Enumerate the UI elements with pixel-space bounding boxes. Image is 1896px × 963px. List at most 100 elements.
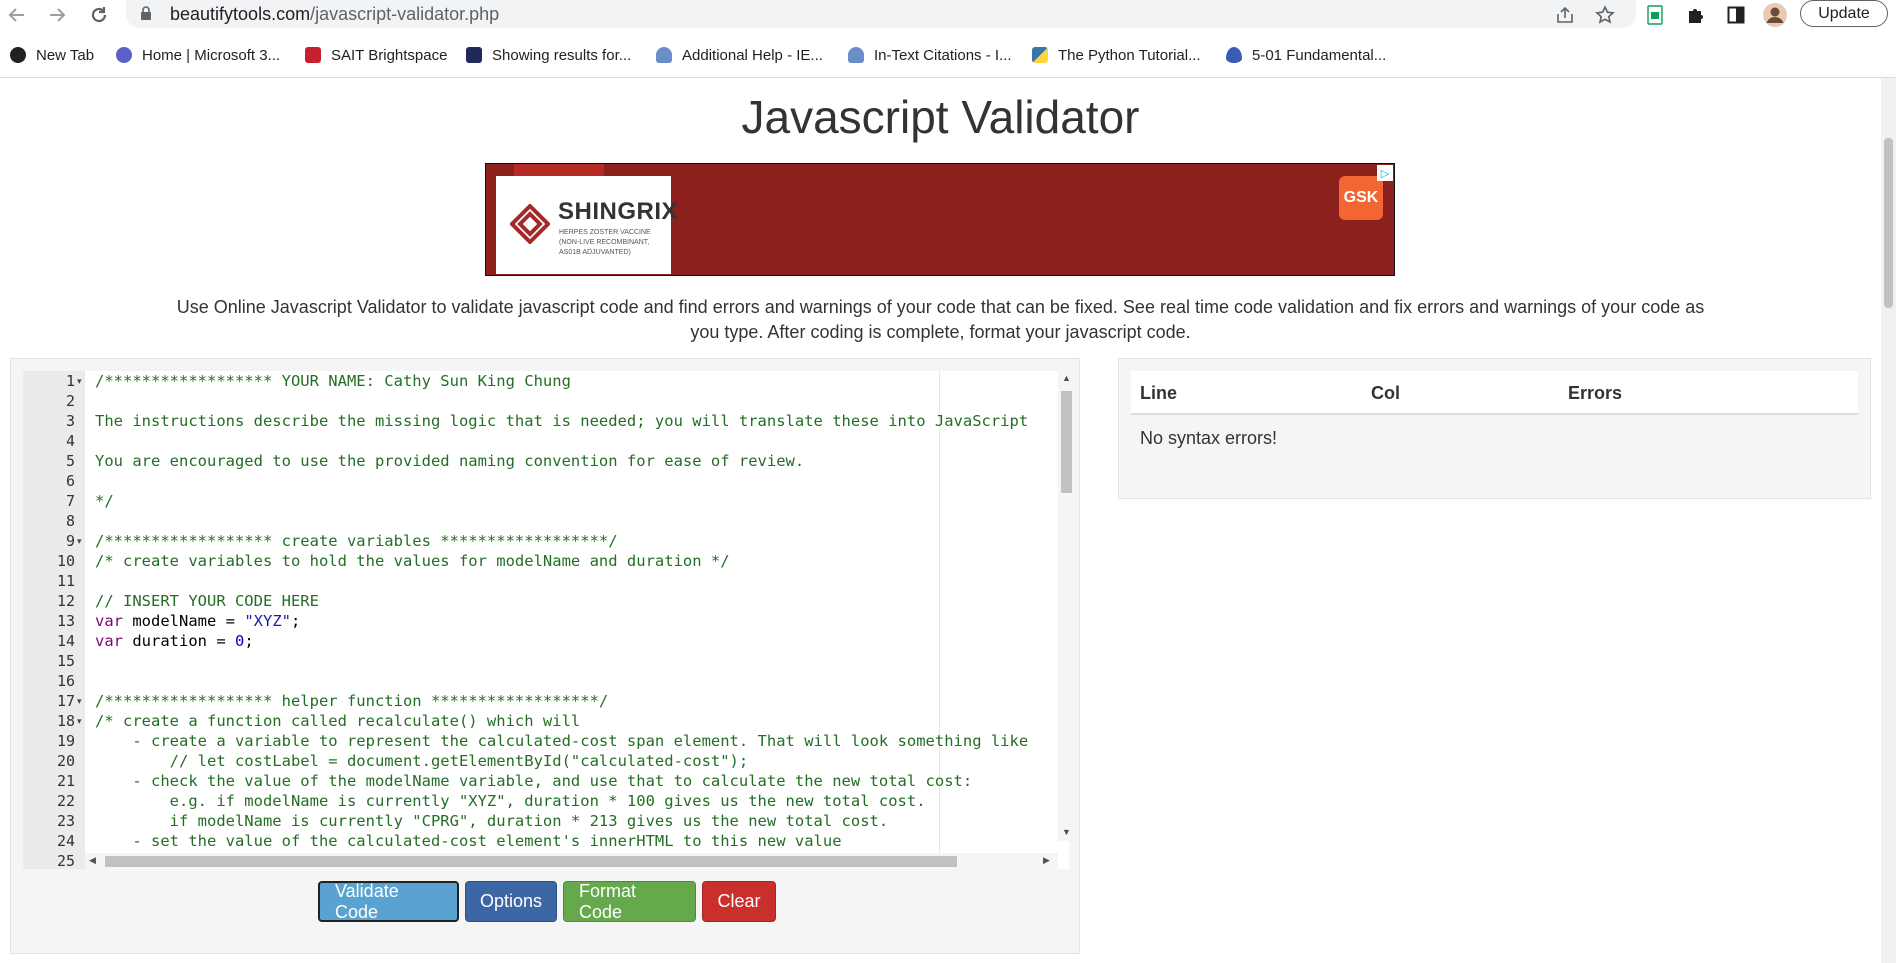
bookmarks-bar: New Tab Home | Microsoft 3... SAIT Brigh…	[0, 38, 1896, 72]
share-icon[interactable]	[1552, 2, 1578, 28]
line-number: 16	[56, 672, 75, 690]
code-token: ;	[244, 632, 254, 650]
editor-horizontal-scroll-thumb[interactable]	[105, 856, 957, 867]
fold-toggle-icon[interactable]: ▾	[77, 691, 85, 711]
chrome-divider	[0, 77, 1896, 78]
back-button[interactable]	[4, 2, 30, 28]
code-area[interactable]: /****************** YOUR NAME: Cathy Sun…	[91, 371, 1069, 869]
bookmark-item[interactable]: In-Text Citations - I...	[848, 44, 1012, 66]
bookmark-item[interactable]: Additional Help - IE...	[656, 44, 823, 66]
editor-vertical-scroll-thumb[interactable]	[1061, 391, 1072, 493]
page-vertical-scroll-thumb[interactable]	[1884, 138, 1893, 308]
bookmark-item[interactable]: Showing results for...	[466, 44, 631, 66]
fold-toggle-icon[interactable]: ▾	[77, 711, 85, 731]
lock-icon[interactable]	[140, 6, 152, 25]
editor-horizontal-scrollbar[interactable]: ◀ ▶	[85, 853, 1058, 869]
code-line[interactable]: var modelName = "XYZ";	[95, 611, 300, 631]
code-line[interactable]: /****************** create variables ***…	[95, 531, 618, 551]
ad-subtitle: HERPES ZOSTER VACCINE (NON-LIVE RECOMBIN…	[559, 229, 651, 256]
bookmark-star-icon[interactable]	[1592, 2, 1618, 28]
url-path: /javascript-validator.php	[310, 4, 500, 24]
code-line[interactable]: /* create variables to hold the values f…	[95, 551, 730, 571]
scroll-left-icon[interactable]: ◀	[89, 855, 96, 866]
ad-choices-icon[interactable]: ▷	[1377, 165, 1393, 181]
code-token: ;	[291, 612, 301, 630]
clear-button[interactable]: Clear	[702, 881, 776, 922]
editor-panel: 1 ▾ 2 3 4 5 6 7 8 9 ▾ 10 11 12 13 14 15 16 17 ▾ 18 ▾ 19 20 21 22 2…	[10, 358, 1080, 954]
code-keyword: var	[95, 612, 123, 630]
code-line[interactable]: e.g. if modelName is currently "XYZ", du…	[95, 791, 926, 811]
scroll-right-icon[interactable]: ▶	[1043, 855, 1050, 866]
page-vertical-scrollbar[interactable]	[1881, 78, 1896, 963]
line-number: 21	[56, 772, 75, 790]
options-button[interactable]: Options	[465, 881, 557, 922]
line-number: 22	[56, 792, 75, 810]
validate-code-button[interactable]: Validate Code	[318, 881, 459, 922]
bookmark-label: The Python Tutorial...	[1058, 46, 1201, 64]
scroll-down-icon[interactable]: ▼	[1062, 827, 1071, 837]
ad-brand: SHINGRIX	[558, 198, 679, 225]
code-line[interactable]: // INSERT YOUR CODE HERE	[95, 591, 319, 611]
code-line[interactable]: - set the value of the calculated-cost e…	[95, 831, 841, 851]
line-number: 20	[56, 752, 75, 770]
code-line[interactable]: The instructions describe the missing lo…	[95, 411, 1028, 431]
reload-button[interactable]	[86, 2, 112, 28]
code-line[interactable]: */	[95, 491, 114, 511]
column-header-line: Line	[1140, 383, 1178, 403]
cloud-icon	[656, 47, 672, 63]
bookmark-item[interactable]: Home | Microsoft 3...	[116, 44, 280, 66]
search-icon	[466, 47, 482, 63]
code-line[interactable]: var duration = 0;	[95, 631, 254, 651]
code-editor[interactable]: 1 ▾ 2 3 4 5 6 7 8 9 ▾ 10 11 12 13 14 15 16 17 ▾ 18 ▾ 19 20 21 22 2…	[23, 371, 1074, 870]
line-number: 15	[56, 652, 75, 670]
bookmark-label: Home | Microsoft 3...	[142, 46, 281, 64]
errors-panel: Line Col Errors No syntax errors!	[1118, 358, 1871, 499]
line-number: 10	[56, 552, 75, 570]
forward-button[interactable]	[44, 2, 70, 28]
code-line[interactable]: You are encouraged to use the provided n…	[95, 451, 804, 471]
gsk-logo: GSK	[1339, 176, 1383, 220]
extension-sheets-icon[interactable]	[1642, 2, 1668, 28]
code-string: "XYZ"	[244, 612, 291, 630]
intro-text: Use Online Javascript Validator to valid…	[176, 297, 1705, 342]
fold-toggle-icon[interactable]: ▾	[77, 371, 85, 391]
browser-menu-icon[interactable]: ⋮	[1889, 3, 1896, 23]
update-label: Update	[1818, 4, 1870, 22]
line-number: 18	[56, 712, 75, 730]
bookmark-item[interactable]: New Tab	[10, 44, 94, 66]
python-icon	[1032, 47, 1048, 63]
bookmark-item[interactable]: SAIT Brightspace	[305, 44, 447, 66]
line-number: 5	[65, 452, 75, 470]
code-line[interactable]: if modelName is currently "CPRG", durati…	[95, 811, 889, 831]
update-button[interactable]: Update	[1800, 0, 1888, 27]
code-keyword: var	[95, 632, 123, 650]
shingrix-logo-icon	[510, 204, 550, 244]
code-line[interactable]: // let costLabel = document.getElementBy…	[95, 751, 749, 771]
bookmark-item[interactable]: The Python Tutorial...	[1032, 44, 1201, 66]
bookmark-item[interactable]: 5-01 Fundamental...	[1226, 44, 1386, 66]
ad-banner[interactable]: SHINGRIX HERPES ZOSTER VACCINE (NON-LIVE…	[485, 163, 1395, 276]
address-bar[interactable]: beautifytools.com/javascript-validator.p…	[126, 0, 1636, 28]
page-title: Javascript Validator	[741, 91, 1140, 143]
line-number: 14	[56, 632, 75, 650]
code-line[interactable]: /* create a function called recalculate(…	[95, 711, 580, 731]
side-panel-icon[interactable]	[1723, 2, 1749, 28]
line-number: 19	[56, 732, 75, 750]
url-text[interactable]: beautifytools.com/javascript-validator.p…	[170, 4, 499, 25]
format-code-button[interactable]: Format Code	[563, 881, 696, 922]
code-line[interactable]: - check the value of the modelName varia…	[95, 771, 972, 791]
code-line[interactable]: /****************** helper function ****…	[95, 691, 608, 711]
extensions-puzzle-icon[interactable]	[1683, 2, 1709, 28]
editor-vertical-scrollbar[interactable]: ▲ ▼	[1058, 371, 1074, 841]
scroll-up-icon[interactable]: ▲	[1062, 373, 1071, 383]
line-number: 23	[56, 812, 75, 830]
brightspace-icon	[305, 47, 321, 63]
code-line[interactable]: - create a variable to represent the cal…	[95, 731, 1028, 751]
fold-toggle-icon[interactable]: ▾	[77, 531, 85, 551]
profile-avatar-icon[interactable]	[1762, 2, 1788, 28]
ad-card: SHINGRIX HERPES ZOSTER VACCINE (NON-LIVE…	[496, 176, 678, 274]
bookmark-label: SAIT Brightspace	[331, 46, 448, 64]
code-line[interactable]: /****************** YOUR NAME: Cathy Sun…	[95, 371, 571, 391]
line-number: 25	[56, 852, 75, 870]
line-number: 1	[65, 372, 75, 390]
